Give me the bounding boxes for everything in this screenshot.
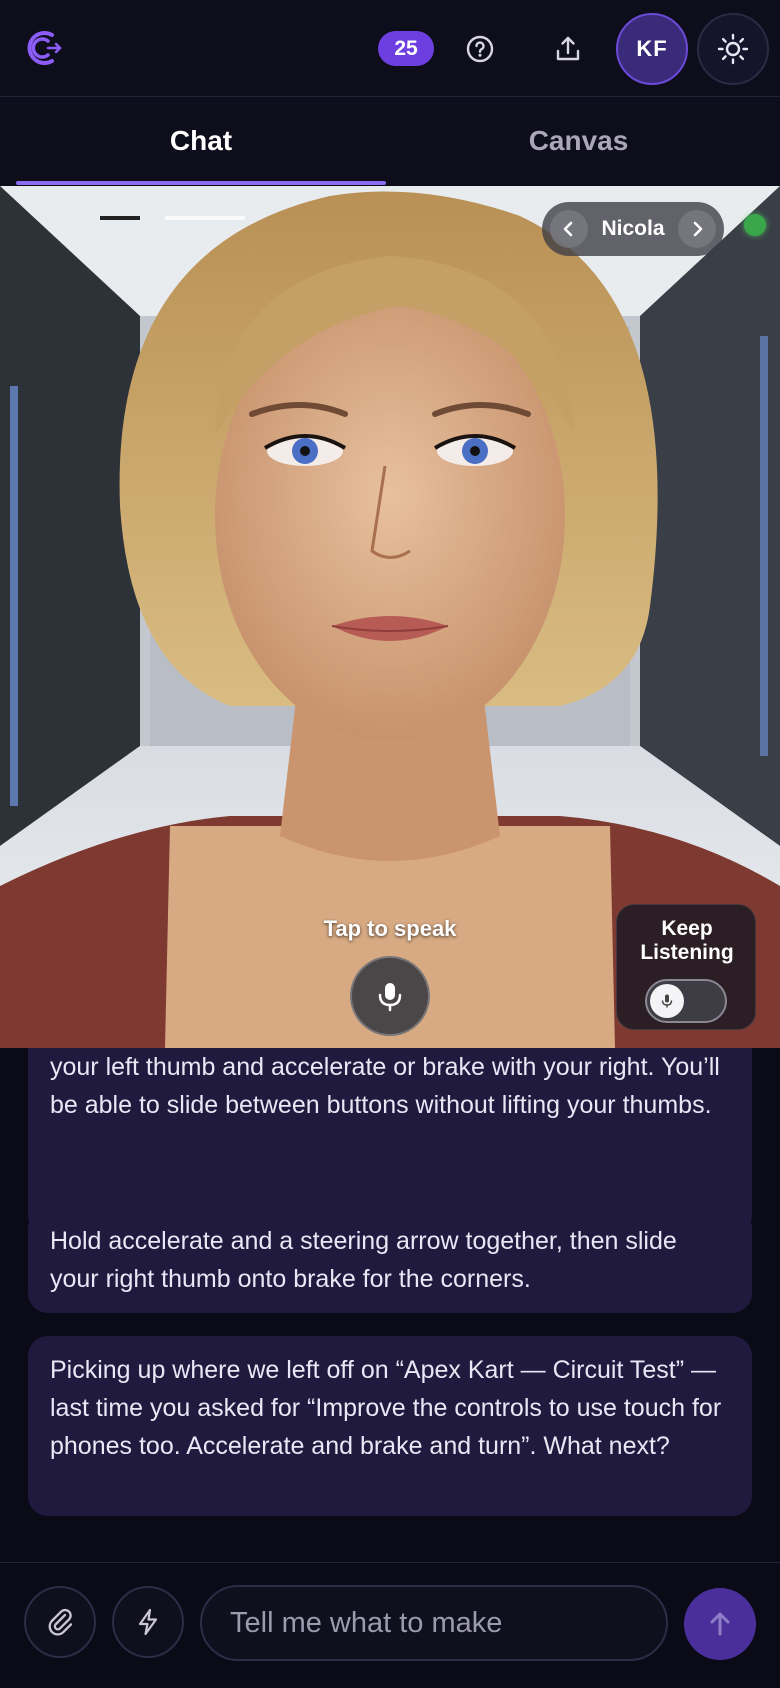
- microphone-icon: [378, 983, 402, 1012]
- theme-toggle-button[interactable]: [697, 13, 769, 85]
- active-tab-indicator: [16, 181, 386, 185]
- message-composer: [0, 1563, 780, 1688]
- avatar-name: Nicola: [601, 217, 665, 240]
- chevron-right-icon: [693, 221, 703, 237]
- send-button[interactable]: [684, 1588, 756, 1660]
- logo-icon[interactable]: [24, 28, 64, 68]
- next-avatar-button[interactable]: [678, 210, 716, 248]
- keep-listening-toggle[interactable]: [645, 979, 727, 1023]
- microphone-icon: [661, 994, 673, 1008]
- view-tabs: Chat Canvas: [0, 97, 780, 185]
- arrow-up-icon: [710, 1612, 730, 1636]
- avatar-selector: Nicola: [542, 202, 724, 256]
- sun-icon: [717, 33, 749, 65]
- paperclip-icon: [48, 1608, 73, 1636]
- user-avatar[interactable]: KF: [616, 13, 688, 85]
- avatar-video[interactable]: Nicola Tap to speak Keep Listening: [0, 186, 780, 1048]
- keep-listening-label: Keep Listening: [640, 917, 734, 964]
- credits-badge[interactable]: 25: [378, 31, 434, 66]
- attach-button[interactable]: [24, 1586, 96, 1658]
- message-input[interactable]: [202, 1587, 666, 1659]
- keep-listening-panel: Keep Listening: [616, 904, 756, 1030]
- tap-to-speak-label: Tap to speak: [323, 916, 457, 941]
- tab-chat[interactable]: Chat: [16, 97, 386, 185]
- speak-button[interactable]: [350, 956, 430, 1036]
- chat-messages[interactable]: your left thumb and accelerate or brake …: [0, 1048, 780, 1563]
- toggle-knob: [650, 984, 684, 1018]
- previous-avatar-button[interactable]: [550, 210, 588, 248]
- chevron-left-icon: [563, 221, 573, 237]
- assistant-message: your left thumb and accelerate or brake …: [28, 1048, 752, 1235]
- message-input-wrapper: [200, 1585, 668, 1661]
- help-button[interactable]: [457, 26, 503, 72]
- lightning-bolt-icon: [138, 1608, 158, 1636]
- share-icon: [556, 36, 580, 61]
- tab-canvas[interactable]: Canvas: [386, 97, 771, 185]
- help-icon: [466, 35, 494, 63]
- top-bar: 25 KF: [0, 0, 780, 97]
- quick-actions-button[interactable]: [112, 1586, 184, 1658]
- share-button[interactable]: [545, 26, 591, 72]
- online-status-indicator: [744, 214, 766, 236]
- assistant-message: Hold accelerate and a steering arrow tog…: [28, 1208, 752, 1313]
- assistant-message: Picking up where we left off on “Apex Ka…: [28, 1336, 752, 1516]
